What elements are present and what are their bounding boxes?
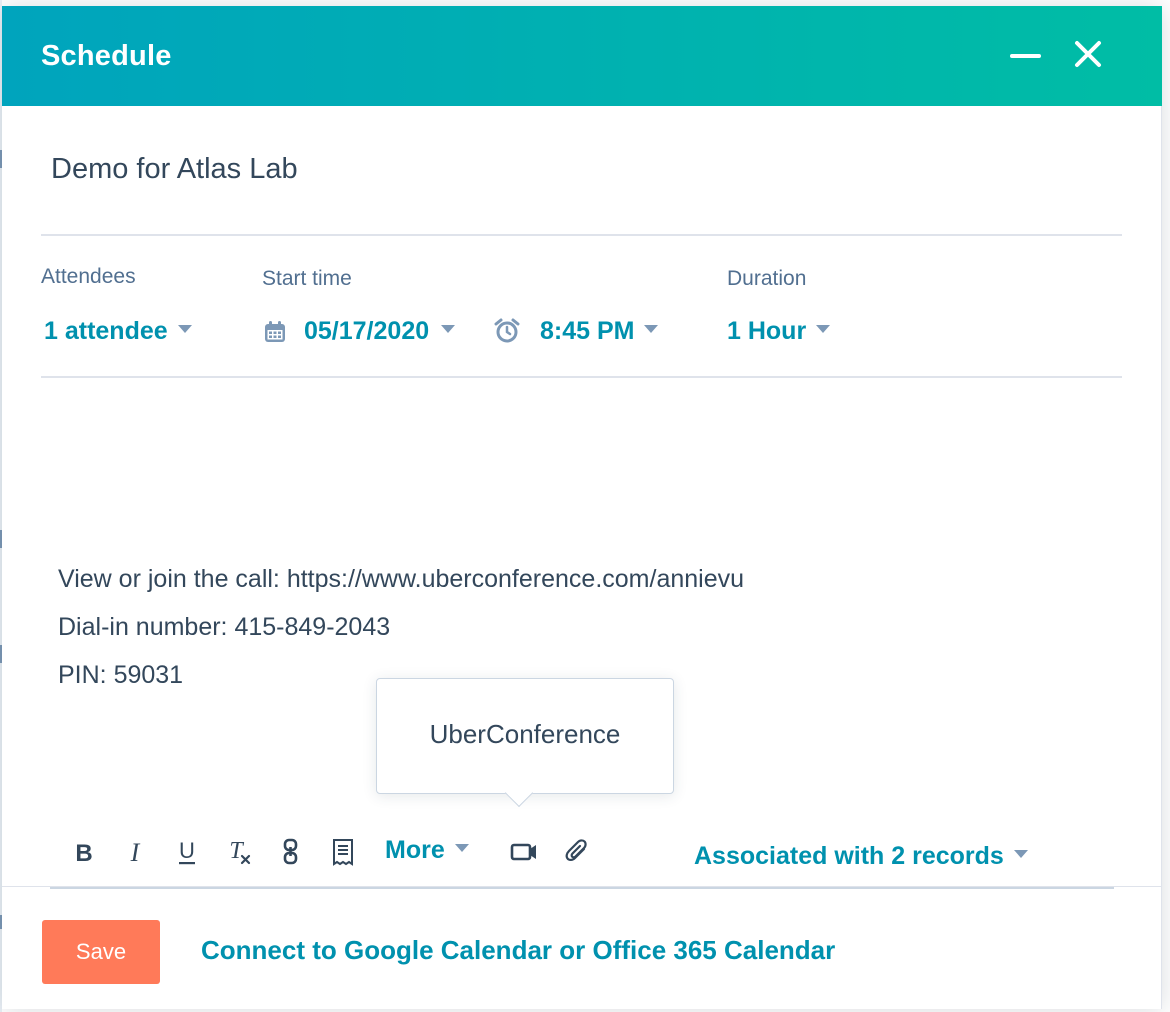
attendees-value: 1 attendee xyxy=(44,317,168,345)
snippet-icon xyxy=(333,839,353,866)
bold-button[interactable]: B xyxy=(69,836,99,868)
divider xyxy=(41,234,1122,236)
minimize-button[interactable] xyxy=(1006,34,1046,74)
modal-header: Schedule xyxy=(2,6,1162,106)
attachment-icon xyxy=(565,839,587,862)
date-value: 05/17/2020 xyxy=(304,317,430,345)
italic-icon: I xyxy=(130,838,141,867)
attendees-dropdown[interactable]: 1 attendee xyxy=(44,317,192,346)
link-icon xyxy=(283,838,298,865)
uberconference-tooltip: UberConference xyxy=(376,678,674,808)
chevron-down-icon xyxy=(177,325,192,334)
chevron-down-icon xyxy=(1013,850,1028,859)
svg-text:I: I xyxy=(130,838,141,867)
bold-icon: B xyxy=(75,840,92,867)
description-line: Dial-in number: 415-849-2043 xyxy=(58,613,391,641)
save-button[interactable]: Save xyxy=(42,920,160,984)
link-button[interactable] xyxy=(276,836,306,868)
close-button[interactable] xyxy=(1068,34,1108,74)
svg-text:U: U xyxy=(179,838,195,863)
duration-value: 1 Hour xyxy=(727,317,807,345)
associated-records-label: Associated with 2 records xyxy=(694,842,1004,870)
duration-label: Duration xyxy=(727,267,807,290)
chevron-down-icon xyxy=(816,325,831,334)
footer-divider xyxy=(2,886,1162,887)
clear-format-button[interactable]: T xyxy=(224,836,254,868)
minimize-icon xyxy=(1010,54,1041,58)
modal-title: Schedule xyxy=(41,40,172,72)
more-dropdown[interactable]: More xyxy=(385,836,469,865)
tooltip-text: UberConference xyxy=(429,719,621,749)
description-line: View or join the call: https://www.uberc… xyxy=(58,565,745,593)
snippet-button[interactable] xyxy=(328,836,358,868)
svg-text:T: T xyxy=(229,838,244,864)
more-label: More xyxy=(385,836,445,864)
video-icon xyxy=(510,843,536,861)
alarm-clock-icon xyxy=(494,318,520,343)
description-line: PIN: 59031 xyxy=(58,661,184,689)
chevron-down-icon xyxy=(454,844,469,853)
editor-underline xyxy=(50,887,1114,889)
chevron-down-icon xyxy=(644,325,659,334)
schedule-modal: Schedule Demo for Atlas Lab Attendees 1 … xyxy=(2,6,1162,1009)
underline-button[interactable]: U xyxy=(172,836,202,868)
date-dropdown[interactable]: 05/17/2020 xyxy=(304,317,456,346)
close-icon xyxy=(1075,41,1101,67)
underline-icon: U xyxy=(179,838,195,865)
associated-records-dropdown[interactable]: Associated with 2 records xyxy=(694,842,1028,871)
svg-text:B: B xyxy=(75,840,92,867)
start-time-label: Start time xyxy=(262,267,352,290)
chevron-down-icon xyxy=(441,325,456,334)
divider xyxy=(41,376,1122,378)
attachment-button[interactable] xyxy=(562,836,592,868)
calendar-icon xyxy=(265,321,285,342)
attendees-label: Attendees xyxy=(41,265,136,288)
time-value: 8:45 PM xyxy=(540,317,635,345)
connect-calendar-link[interactable]: Connect to Google Calendar or Office 365… xyxy=(201,935,835,966)
time-dropdown[interactable]: 8:45 PM xyxy=(540,317,659,346)
duration-dropdown[interactable]: 1 Hour xyxy=(727,317,831,346)
italic-button[interactable]: I xyxy=(120,836,150,868)
clear-format-icon: T xyxy=(229,838,251,865)
video-conference-button[interactable] xyxy=(509,836,539,868)
tooltip-arrow xyxy=(504,778,534,808)
meeting-title-input[interactable]: Demo for Atlas Lab xyxy=(51,153,298,186)
